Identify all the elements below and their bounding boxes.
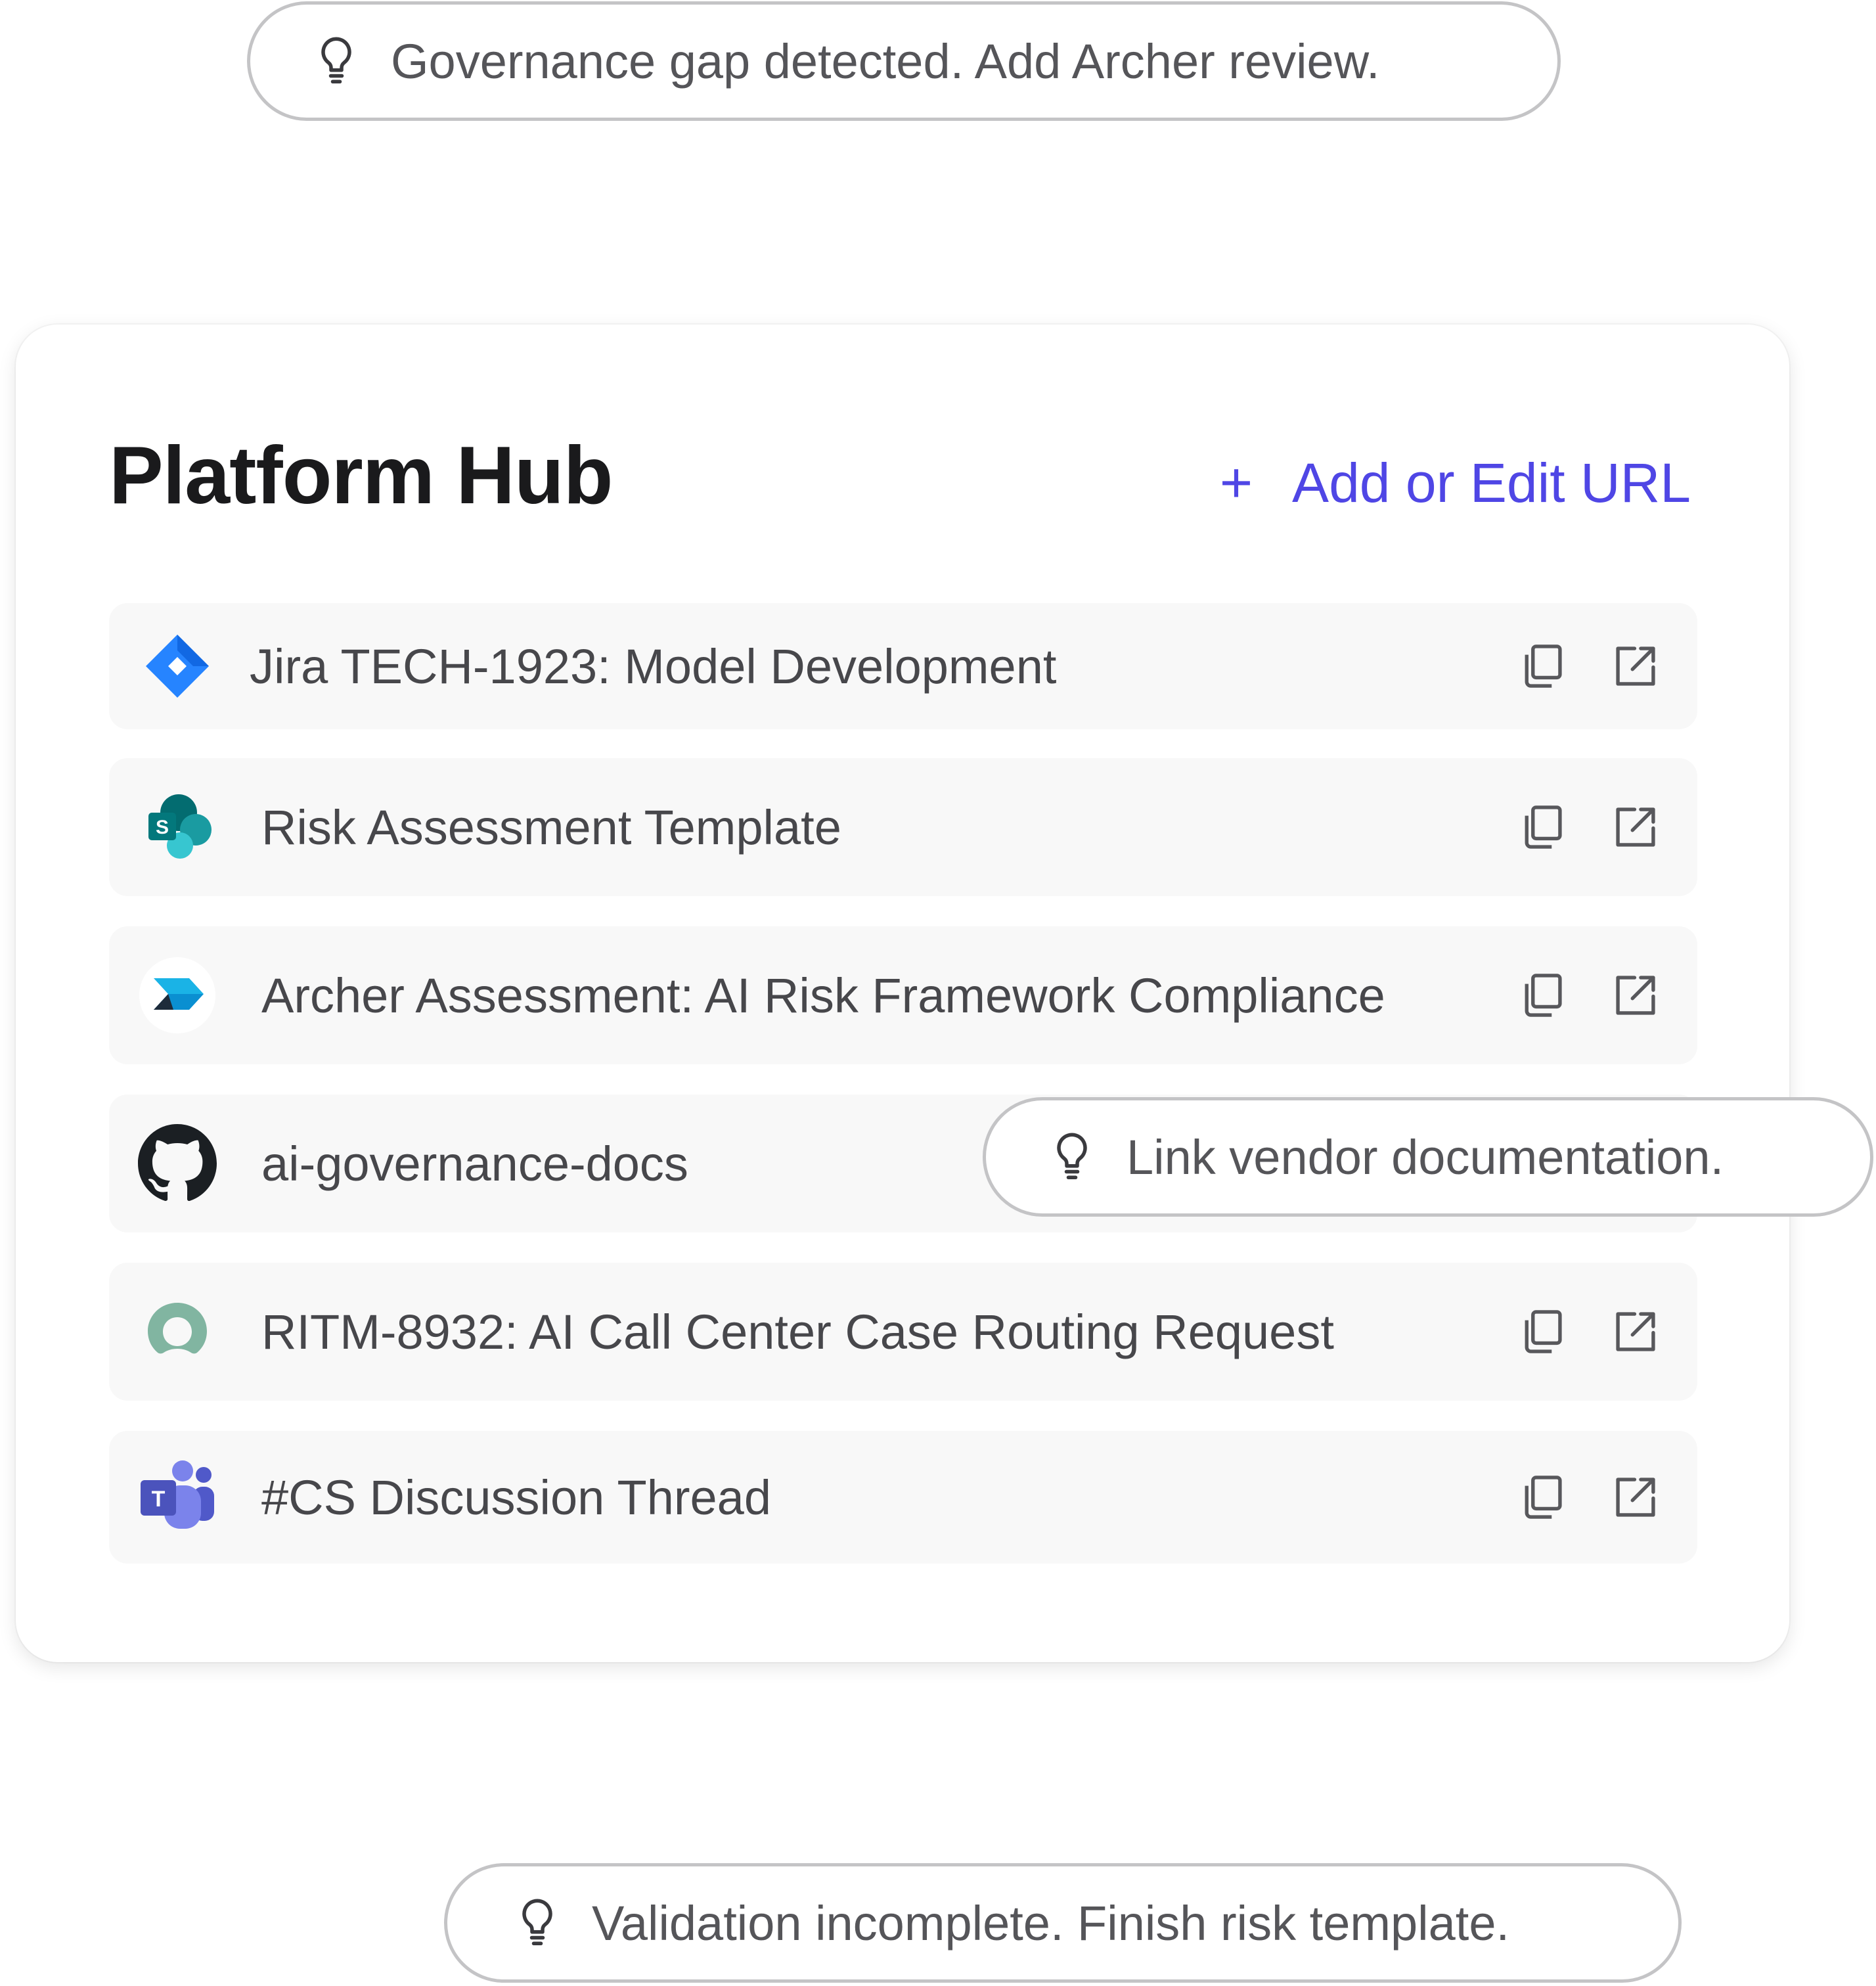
copy-icon[interactable]	[1517, 1307, 1567, 1357]
item-actions	[1517, 970, 1661, 1020]
lightbulb-icon	[316, 35, 357, 87]
suggestion-text: Link vendor documentation.	[1127, 1129, 1724, 1185]
suggestion-pill-middle[interactable]: Link vendor documentation.	[983, 1097, 1873, 1217]
item-actions	[1517, 802, 1661, 852]
item-label: #CS Discussion Thread	[261, 1470, 771, 1525]
item-label: ai-governance-docs	[261, 1136, 688, 1191]
github-icon	[138, 1124, 217, 1203]
item-actions	[1517, 1472, 1661, 1522]
list-item-servicenow[interactable]: RITM-8932: AI Call Center Case Routing R…	[109, 1263, 1697, 1401]
item-label: RITM-8932: AI Call Center Case Routing R…	[261, 1304, 1334, 1359]
copy-icon[interactable]	[1517, 802, 1567, 852]
list-item-sharepoint[interactable]: S Risk Assessment Template	[109, 758, 1697, 896]
item-label: Archer Assessment: AI Risk Framework Com…	[261, 968, 1385, 1023]
teams-icon: T	[138, 1458, 217, 1537]
archer-icon	[138, 956, 217, 1035]
lightbulb-icon	[517, 1897, 558, 1949]
open-external-icon[interactable]	[1611, 1472, 1661, 1522]
item-actions	[1517, 1307, 1661, 1357]
jira-icon	[138, 627, 217, 706]
item-label: Jira TECH-1923: Model Development	[250, 639, 1057, 694]
suggestion-pill-top[interactable]: Governance gap detected. Add Archer revi…	[247, 1, 1561, 121]
svg-text:S: S	[156, 817, 169, 838]
open-external-icon[interactable]	[1611, 1307, 1661, 1357]
card-title: Platform Hub	[109, 430, 613, 521]
list-item-jira[interactable]: Jira TECH-1923: Model Development	[109, 603, 1697, 729]
plus-icon: +	[1219, 451, 1253, 514]
add-or-edit-url-button[interactable]: + Add or Edit URL	[1220, 455, 1691, 511]
svg-text:T: T	[152, 1487, 166, 1512]
sharepoint-icon: S	[138, 788, 217, 867]
copy-icon[interactable]	[1517, 1472, 1567, 1522]
list-item-archer[interactable]: Archer Assessment: AI Risk Framework Com…	[109, 926, 1697, 1064]
copy-icon[interactable]	[1517, 641, 1567, 691]
item-label: Risk Assessment Template	[261, 800, 841, 855]
platform-hub-card: Platform Hub + Add or Edit URL Jira TECH…	[16, 325, 1789, 1662]
open-external-icon[interactable]	[1611, 641, 1661, 691]
stage: Governance gap detected. Add Archer revi…	[0, 0, 1876, 1986]
copy-icon[interactable]	[1517, 970, 1567, 1020]
suggestion-pill-bottom[interactable]: Validation incomplete. Finish risk templ…	[444, 1863, 1682, 1983]
suggestion-text: Validation incomplete. Finish risk templ…	[592, 1895, 1510, 1951]
add-url-label: Add or Edit URL	[1292, 452, 1691, 514]
open-external-icon[interactable]	[1611, 970, 1661, 1020]
servicenow-icon	[138, 1292, 217, 1371]
suggestion-text: Governance gap detected. Add Archer revi…	[391, 34, 1380, 89]
list-item-teams[interactable]: T #CS Discussion Thread	[109, 1431, 1697, 1564]
open-external-icon[interactable]	[1611, 802, 1661, 852]
lightbulb-icon	[1052, 1131, 1092, 1183]
item-actions	[1517, 641, 1661, 691]
